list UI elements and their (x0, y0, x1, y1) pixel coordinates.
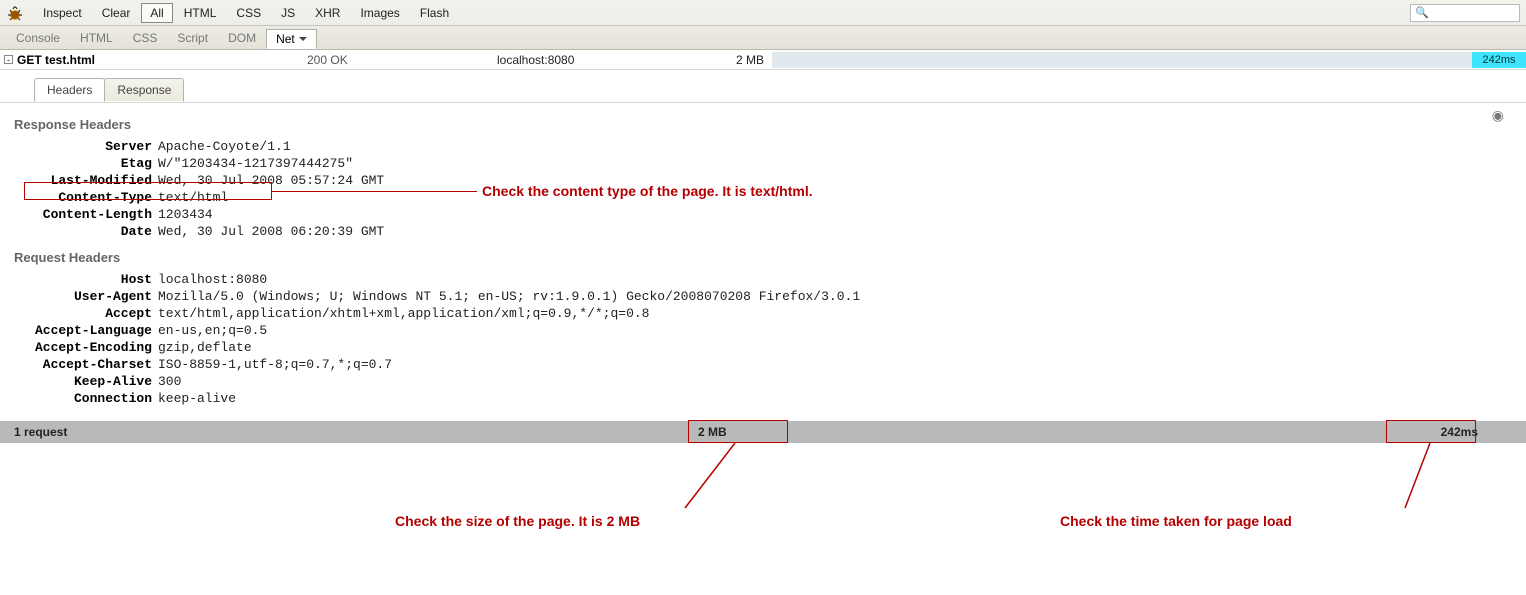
header-name: Accept (12, 305, 158, 322)
header-name: Last-Modified (12, 172, 158, 189)
annotation-line-size (680, 443, 740, 513)
header-value: 1203434 (158, 206, 1514, 223)
filter-xhr-button[interactable]: XHR (306, 3, 349, 23)
header-row: User-AgentMozilla/5.0 (Windows; U; Windo… (12, 288, 1514, 305)
annotation-line-content-type (272, 191, 477, 192)
header-name: Date (12, 223, 158, 240)
header-row: Accept-CharsetISO-8859-1,utf-8;q=0.7,*;q… (12, 356, 1514, 373)
filter-html-button[interactable]: HTML (175, 3, 226, 23)
search-icon: 🔍 (1415, 6, 1429, 19)
tab-net[interactable]: Net (266, 29, 317, 49)
filter-images-button[interactable]: Images (351, 3, 408, 23)
request-size: 2 MB (707, 53, 764, 67)
annotation-text-time: Check the time taken for page load (1060, 513, 1292, 529)
header-name: Keep-Alive (12, 373, 158, 390)
header-row: Keep-Alive300 (12, 373, 1514, 390)
filter-js-button[interactable]: JS (272, 3, 304, 23)
request-subtabs-row: Headers Response (0, 70, 1526, 103)
header-row: Content-Length1203434 (12, 206, 1514, 223)
header-row: Hostlocalhost:8080 (12, 271, 1514, 288)
request-domain: localhost:8080 (497, 53, 707, 67)
firebug-icon (6, 4, 24, 22)
clear-button[interactable]: Clear (93, 3, 140, 23)
header-name: Server (12, 138, 158, 155)
expand-toggle[interactable]: - (4, 55, 13, 64)
inspect-button[interactable]: Inspect (34, 3, 91, 23)
header-value: en-us,en;q=0.5 (158, 322, 1514, 339)
tab-net-label: Net (276, 32, 295, 46)
header-row: DateWed, 30 Jul 2008 06:20:39 GMT (12, 223, 1514, 240)
header-name: Connection (12, 390, 158, 407)
header-value: W/"1203434-1217397444275" (158, 155, 1514, 172)
request-timeline: 242ms (772, 52, 1526, 68)
response-headers-title: Response Headers (14, 117, 1514, 132)
search-input[interactable]: 🔍 (1410, 4, 1520, 22)
annotation-text-size: Check the size of the page. It is 2 MB (395, 513, 640, 529)
subtab-headers[interactable]: Headers (34, 78, 105, 102)
tab-html[interactable]: HTML (70, 28, 123, 48)
header-value: Apache-Coyote/1.1 (158, 138, 1514, 155)
request-time-badge: 242ms (1472, 52, 1526, 68)
request-headers-title: Request Headers (14, 250, 1514, 265)
header-name: Content-Type (12, 189, 158, 206)
header-row: Accept-Encodinggzip,deflate (12, 339, 1514, 356)
header-row: Connectionkeep-alive (12, 390, 1514, 407)
header-value: Wed, 30 Jul 2008 05:57:24 GMT (158, 172, 1514, 189)
header-value: keep-alive (158, 390, 1514, 407)
summary-size: 2 MB (698, 425, 727, 439)
summary-request-count: 1 request (0, 425, 67, 439)
tab-script[interactable]: Script (167, 28, 218, 48)
tab-dom[interactable]: DOM (218, 28, 266, 48)
request-status: 200 OK (307, 53, 497, 67)
net-summary-bar: 1 request 2 MB 242ms (0, 421, 1526, 443)
header-row: ServerApache-Coyote/1.1 (12, 138, 1514, 155)
annotation-line-time (1400, 443, 1440, 513)
request-name: GET test.html (17, 53, 307, 67)
header-row: Accepttext/html,application/xhtml+xml,ap… (12, 305, 1514, 322)
header-value: Mozilla/5.0 (Windows; U; Windows NT 5.1;… (158, 288, 1514, 305)
header-name: Accept-Charset (12, 356, 158, 373)
header-name: Accept-Language (12, 322, 158, 339)
headers-panel: ◉ Response Headers ServerApache-Coyote/1… (0, 103, 1526, 421)
header-value: ISO-8859-1,utf-8;q=0.7,*;q=0.7 (158, 356, 1514, 373)
header-name: Etag (12, 155, 158, 172)
header-name: User-Agent (12, 288, 158, 305)
tab-css[interactable]: CSS (123, 28, 168, 48)
eye-icon[interactable]: ◉ (1492, 107, 1504, 124)
request-headers-table: Hostlocalhost:8080 User-AgentMozilla/5.0… (12, 271, 1514, 407)
tab-console[interactable]: Console (6, 28, 70, 48)
panel-tabs: Console HTML CSS Script DOM Net (0, 26, 1526, 50)
header-row: Accept-Languageen-us,en;q=0.5 (12, 322, 1514, 339)
header-value: text/html,application/xhtml+xml,applicat… (158, 305, 1514, 322)
annotation-text-content-type: Check the content type of the page. It i… (482, 183, 813, 199)
annotation-area: Check the size of the page. It is 2 MB C… (0, 443, 1526, 543)
header-value: localhost:8080 (158, 271, 1514, 288)
header-value: 300 (158, 373, 1514, 390)
chevron-down-icon (299, 37, 307, 41)
filter-flash-button[interactable]: Flash (411, 3, 458, 23)
summary-time: 242ms (1441, 425, 1478, 439)
header-value: Wed, 30 Jul 2008 06:20:39 GMT (158, 223, 1514, 240)
header-name: Host (12, 271, 158, 288)
header-value: gzip,deflate (158, 339, 1514, 356)
header-row: EtagW/"1203434-1217397444275" (12, 155, 1514, 172)
net-request-row[interactable]: - GET test.html 200 OK localhost:8080 2 … (0, 50, 1526, 70)
header-name: Content-Length (12, 206, 158, 223)
header-name: Accept-Encoding (12, 339, 158, 356)
subtab-response[interactable]: Response (104, 78, 184, 102)
main-toolbar: Inspect Clear All HTML CSS JS XHR Images… (0, 0, 1526, 26)
filter-css-button[interactable]: CSS (227, 3, 270, 23)
filter-all-button[interactable]: All (141, 3, 172, 23)
